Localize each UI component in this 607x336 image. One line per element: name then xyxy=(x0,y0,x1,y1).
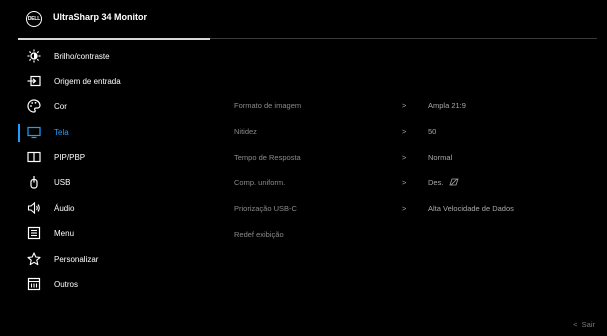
setting-value: Alta Velocidade de Dados xyxy=(428,204,514,213)
setting-label: Priorização USB-C xyxy=(234,204,297,213)
setting-value: Normal xyxy=(428,153,453,162)
dell-logo: DELL xyxy=(26,11,42,27)
color-palette-icon xyxy=(27,99,41,113)
input-source-icon xyxy=(27,74,41,88)
menu-item-usb[interactable]: USB xyxy=(18,170,208,194)
chevron-right-icon: > xyxy=(402,204,407,213)
header-divider xyxy=(210,38,597,39)
setting-priorizacao-usb-c[interactable]: Priorização USB-C > Alta Velocidade de D… xyxy=(234,200,594,220)
logo-text: DELL xyxy=(27,16,41,22)
menu-item-label: Áudio xyxy=(54,203,75,213)
usb-icon xyxy=(27,175,41,189)
header-divider-active xyxy=(18,38,210,40)
menu-item-menu[interactable]: Menu xyxy=(18,221,208,245)
menu-item-label: Tela xyxy=(54,127,69,137)
monitor-title: UltraSharp 34 Monitor xyxy=(53,12,148,22)
setting-value-text: Des. xyxy=(428,178,444,187)
menu-item-cor[interactable]: Cor xyxy=(18,94,208,118)
setting-value: Des. xyxy=(428,178,459,187)
chevron-right-icon: > xyxy=(402,101,407,110)
menu-item-brilho-contraste[interactable]: Brilho/contraste xyxy=(18,44,208,68)
chevron-right-icon: > xyxy=(402,178,407,187)
menu-item-label: Menu xyxy=(54,228,75,238)
menu-item-label: Brilho/contraste xyxy=(54,51,110,61)
brightness-icon xyxy=(27,49,41,63)
star-icon xyxy=(27,252,41,266)
setting-label: Comp. uniform. xyxy=(234,178,286,187)
setting-label: Formato de imagem xyxy=(234,101,302,110)
setting-redef-exibicao[interactable]: Redef exibição xyxy=(234,226,594,246)
menu-item-label: Cor xyxy=(54,101,67,111)
chevron-right-icon: > xyxy=(402,153,407,162)
chevron-right-icon: > xyxy=(402,127,407,136)
exit-button[interactable]: < Sair xyxy=(573,320,595,329)
others-icon xyxy=(27,277,41,291)
menu-icon xyxy=(27,226,41,240)
exit-label: Sair xyxy=(581,320,595,329)
menu-item-audio[interactable]: Áudio xyxy=(18,196,208,220)
uniformity-icon xyxy=(448,178,459,186)
menu-item-label: Outros xyxy=(54,279,79,289)
menu-item-pip-pbp[interactable]: PIP/PBP xyxy=(18,145,208,169)
display-icon xyxy=(27,125,41,139)
menu-item-origem-de-entrada[interactable]: Origem de entrada xyxy=(18,69,208,93)
menu-item-label: Personalizar xyxy=(54,254,99,264)
menu-item-label: USB xyxy=(54,177,71,187)
setting-formato-de-imagem[interactable]: Formato de imagem > Ampla 21:9 xyxy=(234,97,594,117)
setting-value: Ampla 21:9 xyxy=(428,101,466,110)
chevron-left-icon: < xyxy=(573,320,578,329)
menu-item-label: Origem de entrada xyxy=(54,76,121,86)
setting-nitidez[interactable]: Nitidez > 50 xyxy=(234,123,594,143)
menu-item-tela[interactable]: Tela xyxy=(18,120,208,144)
osd-header: DELL UltraSharp 34 Monitor xyxy=(0,0,607,38)
setting-label: Nitidez xyxy=(234,127,257,136)
menu-item-outros[interactable]: Outros xyxy=(18,272,208,296)
pip-pbp-icon xyxy=(27,150,41,164)
setting-label: Tempo de Resposta xyxy=(234,153,301,162)
setting-label: Redef exibição xyxy=(234,230,284,239)
speaker-icon xyxy=(27,201,41,215)
setting-value: 50 xyxy=(428,127,437,136)
menu-item-personalizar[interactable]: Personalizar xyxy=(18,247,208,271)
menu-item-label: PIP/PBP xyxy=(54,152,86,162)
setting-tempo-de-resposta[interactable]: Tempo de Resposta > Normal xyxy=(234,149,594,169)
setting-comp-uniform[interactable]: Comp. uniform. > Des. xyxy=(234,174,594,194)
